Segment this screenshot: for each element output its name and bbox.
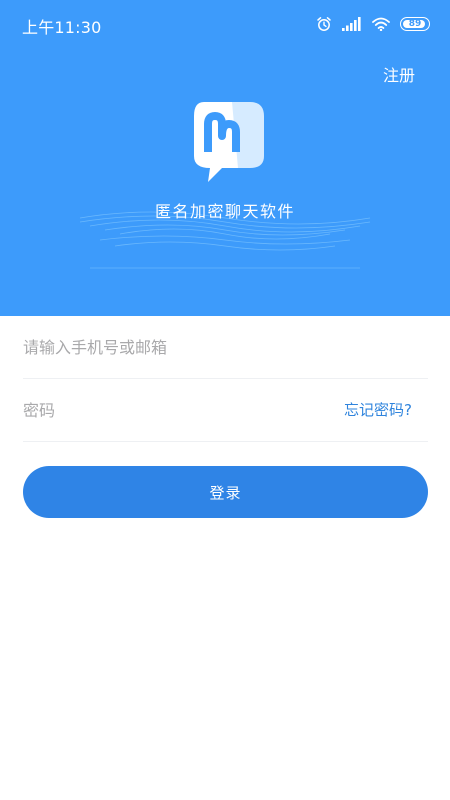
- header-banner: 上午11:30 89 注册 匿名加密聊天软件: [0, 0, 450, 316]
- battery-icon: 89: [400, 17, 430, 31]
- forgot-password-link[interactable]: 忘记密码?: [344, 379, 412, 441]
- account-input[interactable]: [23, 316, 313, 378]
- wifi-icon: [372, 17, 390, 31]
- password-field: 忘记密码?: [23, 379, 428, 442]
- status-time: 上午11:30: [22, 18, 102, 37]
- status-icons: 89: [316, 14, 430, 34]
- app-name: 匿名加密聊天软件: [154, 202, 295, 221]
- login-button[interactable]: 登录: [23, 466, 428, 518]
- app-logo-icon: [188, 98, 268, 188]
- login-form: 忘记密码?: [23, 316, 428, 442]
- alarm-icon: [316, 16, 332, 32]
- battery-level: 89: [408, 19, 422, 29]
- signal-icon: [342, 17, 362, 31]
- status-bar: 上午11:30 89: [0, 0, 450, 48]
- password-input[interactable]: [23, 379, 313, 441]
- account-field: [23, 316, 428, 379]
- register-link[interactable]: 注册: [383, 62, 415, 86]
